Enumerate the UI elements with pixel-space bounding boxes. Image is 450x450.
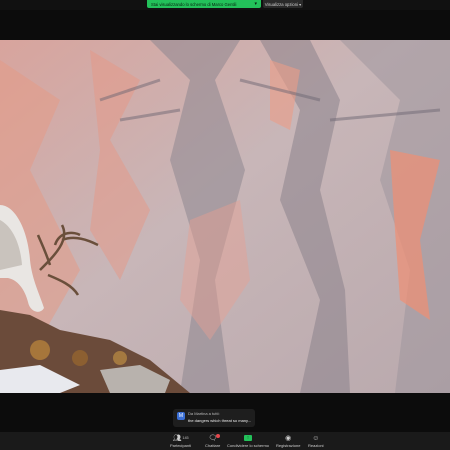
chevron-down-icon: ▾ <box>254 1 257 7</box>
record-label: Registrazione <box>276 443 301 448</box>
share-banner-text: Stai visualizzando lo schermo di Marco G… <box>151 1 237 7</box>
share-screen-label: Condividere lo schermo <box>227 443 270 448</box>
meeting-toolbar: 👥︎ 145 Partecipanti 🗨︎ Chattare ↑ Condiv… <box>0 432 450 450</box>
reactions-button[interactable]: ☺ Reazioni <box>308 434 324 449</box>
record-button[interactable]: ◉ Registrazione <box>276 434 300 448</box>
chat-button[interactable]: 🗨︎ Chattare <box>205 434 220 448</box>
chat-message: the dangers which threat so many... <box>188 417 251 423</box>
shared-photo <box>0 40 450 393</box>
participants-button[interactable]: 👥︎ 145 Partecipanti <box>170 434 191 448</box>
people-icon: 👥︎ <box>172 435 182 442</box>
chat-notification[interactable]: M Da Martina a tutti: the dangers which … <box>173 409 255 427</box>
screen-share-banner[interactable]: Stai visualizzando lo schermo di Marco G… <box>147 0 261 8</box>
participants-count: 145 <box>182 436 189 440</box>
shared-screen-view <box>0 40 450 393</box>
notification-badge <box>216 434 221 438</box>
record-icon: ◉ <box>285 435 292 442</box>
view-options-button[interactable]: Visualizza opzioni ▾ <box>263 0 303 8</box>
chat-label: Chattare <box>205 443 221 448</box>
reactions-label: Reazioni <box>308 443 324 448</box>
participants-label: Partecipanti <box>170 443 192 448</box>
share-screen-button[interactable]: ↑ Condividere lo schermo <box>227 434 269 448</box>
share-screen-icon: ↑ <box>244 435 253 441</box>
chat-sender: Da Martina a tutti: <box>188 412 220 416</box>
reaction-icon: ☺ <box>312 434 320 442</box>
avatar: M <box>177 412 185 420</box>
